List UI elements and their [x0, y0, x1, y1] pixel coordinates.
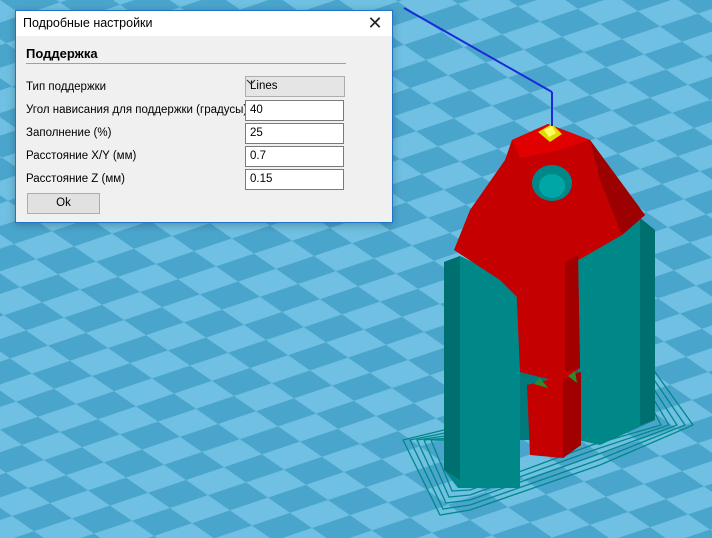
- z-distance-input[interactable]: 0.15: [245, 169, 344, 190]
- z-distance-label: Расстояние Z (мм): [26, 173, 126, 185]
- section-divider: [26, 63, 346, 64]
- chevron-down-icon: [246, 79, 256, 85]
- dialog-body: Поддержка Тип поддержки Lines Угол навис…: [16, 36, 392, 222]
- support-type-select[interactable]: Lines: [245, 76, 345, 97]
- dialog-title: Подробные настройки: [23, 16, 153, 30]
- dialog-titlebar[interactable]: Подробные настройки ✕: [16, 11, 392, 36]
- close-icon: ✕: [367, 13, 383, 33]
- xy-distance-label: Расстояние X/Y (мм): [26, 150, 137, 162]
- overhang-angle-label: Угол нависания для поддержки (градусы): [26, 104, 248, 116]
- support-type-label: Тип поддержки: [26, 81, 107, 93]
- ok-button[interactable]: Ok: [27, 193, 100, 214]
- advanced-settings-dialog: Подробные настройки ✕ Поддержка Тип подд…: [15, 10, 393, 223]
- section-header-support: Поддержка: [26, 46, 98, 61]
- overhang-angle-input[interactable]: 40: [245, 100, 344, 121]
- 3d-viewport[interactable]: Подробные настройки ✕ Поддержка Тип подд…: [0, 0, 712, 538]
- xy-distance-input[interactable]: 0.7: [245, 146, 344, 167]
- fill-amount-input[interactable]: 25: [245, 123, 344, 144]
- fill-amount-label: Заполнение (%): [26, 127, 112, 139]
- close-button[interactable]: ✕: [358, 11, 392, 36]
